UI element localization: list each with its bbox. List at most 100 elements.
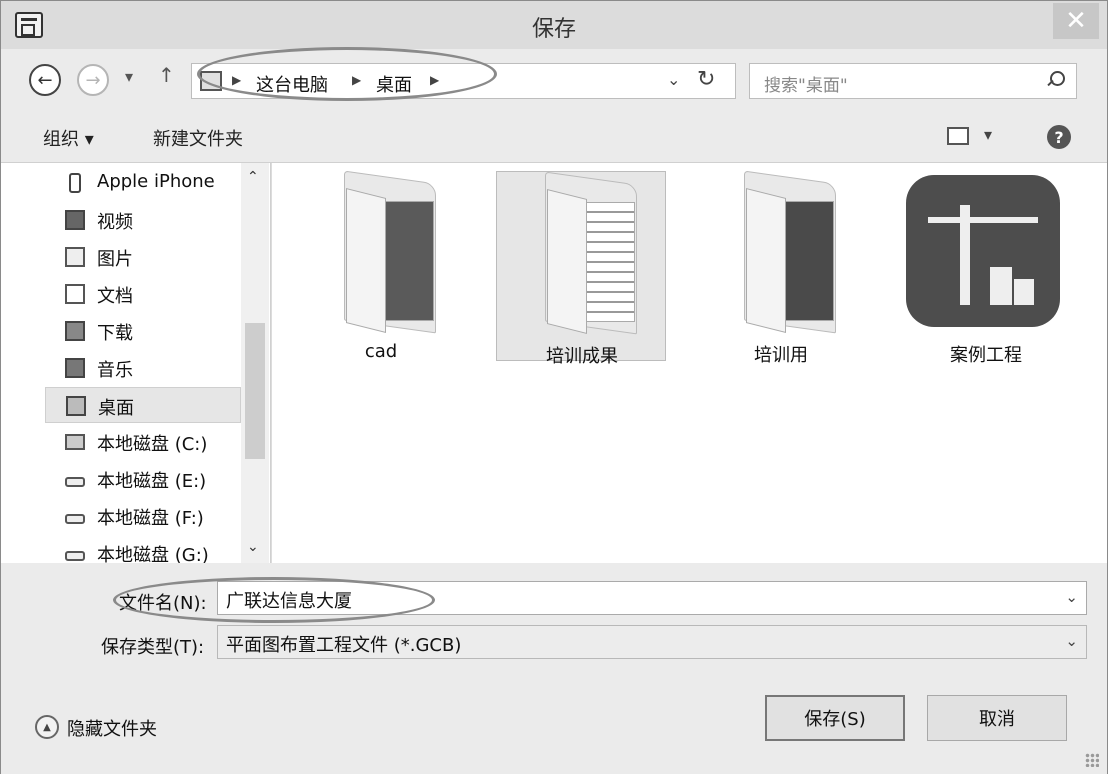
crane-mast (960, 205, 970, 305)
folder-flap (746, 188, 786, 333)
search-icon[interactable] (1044, 69, 1065, 91)
nav-item-label: Apple iPhone (97, 171, 215, 192)
nav-item-desktop[interactable]: 桌面 (45, 387, 241, 423)
nav-item-pictures[interactable]: 图片 (45, 239, 241, 275)
computer-icon (200, 71, 222, 91)
drive-icon (65, 514, 85, 524)
file-label: 培训用 (754, 345, 808, 366)
breadcrumb-this-pc[interactable]: 这台电脑 (256, 71, 328, 97)
breadcrumb-desktop[interactable]: 桌面 (376, 71, 412, 97)
filetype-label: 保存类型(T): (101, 637, 205, 658)
filename-field[interactable]: 广联达信息大厦 ⌄ (217, 581, 1087, 615)
save-form: 文件名(N): 广联达信息大厦 ⌄ 保存类型(T): 平面图布置工程文件 (*.… (1, 563, 1107, 774)
nav-item-apple-iphone[interactable]: Apple iPhone (45, 165, 241, 201)
arrow-right-icon: → (85, 69, 101, 91)
nav-item-label: 本地磁盘 (G:) (97, 545, 209, 563)
music-icon (65, 358, 85, 378)
nav-item-label: 音乐 (97, 360, 133, 381)
nav-item-drive-c[interactable]: 本地磁盘 (C:) (45, 424, 241, 460)
drive-icon (65, 551, 85, 561)
file-list: cad 培训成果 培训用 案例工程 (272, 163, 1107, 563)
filename-input[interactable]: 广联达信息大厦 (226, 587, 352, 613)
file-label: 培训成果 (546, 346, 618, 367)
breadcrumb-separator-icon: ▶ (352, 73, 362, 87)
drive-icon (65, 477, 85, 487)
cancel-button[interactable]: 取消 (927, 695, 1067, 741)
nav-item-drive-g[interactable]: 本地磁盘 (G:) (45, 535, 241, 563)
file-label: cad (364, 341, 398, 362)
folder-flap (547, 189, 587, 334)
nav-item-label: 视频 (97, 212, 133, 233)
filename-label: 文件名(N): (119, 593, 207, 614)
nav-item-label: 本地磁盘 (F:) (97, 508, 204, 529)
folder-flap (346, 188, 386, 333)
scrollbar-thumb[interactable] (245, 323, 265, 459)
nav-item-label: 下载 (97, 323, 133, 344)
chevron-up-icon[interactable]: ⌃ (247, 169, 259, 185)
video-icon (65, 210, 85, 230)
system-drive-icon (65, 434, 85, 450)
save-dialog: 保存 ✕ ← → ▾ ↑ ▶ 这台电脑 ▶ 桌面 ▶ ⌄ ↻ 搜索"桌面" 组织… (0, 0, 1108, 774)
save-button[interactable]: 保存(S) (765, 695, 905, 741)
filetype-select[interactable]: 平面图布置工程文件 (*.GCB) ⌄ (217, 625, 1087, 659)
recent-locations-button[interactable]: ▾ (125, 67, 133, 86)
organize-menu[interactable]: 组织 ▾ (43, 125, 94, 151)
view-options-icon[interactable] (947, 127, 969, 145)
address-bar[interactable]: ▶ 这台电脑 ▶ 桌面 ▶ ⌄ ↻ (191, 63, 736, 99)
breadcrumb-separator-icon: ▶ (232, 73, 242, 87)
search-input[interactable]: 搜索"桌面" (764, 71, 848, 96)
building-shape (990, 267, 1012, 305)
nav-item-videos[interactable]: 视频 (45, 202, 241, 238)
chevron-down-icon[interactable]: ⌄ (247, 539, 259, 555)
chevron-down-icon: ▾ (125, 67, 134, 86)
close-button[interactable]: ✕ (1053, 3, 1099, 39)
chevron-down-icon[interactable]: ⌄ (1065, 632, 1078, 650)
nav-item-music[interactable]: 音乐 (45, 350, 241, 386)
arrow-left-icon: ← (37, 69, 53, 91)
breadcrumb-separator-icon: ▶ (430, 73, 440, 87)
window-title: 保存 (531, 17, 576, 42)
nav-item-documents[interactable]: 文档 (45, 276, 241, 312)
folder-cad[interactable]: cad (296, 170, 466, 362)
desktop-icon (66, 396, 86, 416)
help-icon[interactable]: ? (1047, 125, 1071, 149)
arrow-up-icon: ↑ (158, 63, 175, 87)
nav-item-label: 本地磁盘 (C:) (97, 434, 208, 455)
chevron-up-icon: ▲ (35, 715, 59, 739)
back-button[interactable]: ← (29, 64, 61, 96)
close-icon: ✕ (1065, 6, 1087, 36)
title-bar: 保存 ✕ (1, 1, 1107, 49)
navigation-pane: Apple iPhone 视频 图片 文档 下载 音乐 桌面 本地磁盘 (C:)… (1, 163, 271, 563)
phone-icon (69, 173, 81, 193)
refresh-icon[interactable]: ↻ (697, 67, 715, 92)
filetype-value: 平面图布置工程文件 (*.GCB) (226, 635, 462, 656)
nav-item-label: 文档 (97, 286, 133, 307)
up-button[interactable]: ↑ (158, 63, 175, 87)
document-icon (65, 284, 85, 304)
address-history-dropdown[interactable]: ⌄ (667, 70, 680, 89)
folder-training-results[interactable]: 培训成果 (496, 171, 666, 367)
nav-item-label: 图片 (97, 249, 133, 270)
nav-item-downloads[interactable]: 下载 (45, 313, 241, 349)
chevron-down-icon[interactable]: ⌄ (1065, 588, 1078, 606)
nav-item-label: 桌面 (98, 398, 134, 419)
nav-item-drive-f[interactable]: 本地磁盘 (F:) (45, 498, 241, 534)
file-label: 案例工程 (950, 345, 1022, 366)
view-options-dropdown[interactable]: ▾ (984, 125, 992, 144)
resize-grip-icon[interactable] (1085, 753, 1099, 767)
forward-button[interactable]: → (77, 64, 109, 96)
nav-scrollbar[interactable]: ⌃ ⌄ (241, 163, 269, 563)
address-row: ← → ▾ ↑ ▶ 这台电脑 ▶ 桌面 ▶ ⌄ ↻ 搜索"桌面" (1, 49, 1107, 111)
app-icon (906, 175, 1060, 327)
command-toolbar: 组织 ▾ 新建文件夹 ▾ ? (1, 111, 1107, 163)
folder-training-use[interactable]: 培训用 (696, 170, 866, 366)
file-case-project[interactable]: 案例工程 (886, 171, 1086, 366)
download-icon (65, 321, 85, 341)
search-box[interactable]: 搜索"桌面" (749, 63, 1077, 99)
crane-icon (928, 217, 1038, 223)
nav-item-drive-e[interactable]: 本地磁盘 (E:) (45, 461, 241, 497)
picture-icon (65, 247, 85, 267)
nav-item-label: 本地磁盘 (E:) (97, 471, 207, 492)
hide-folders-label: 隐藏文件夹 (67, 719, 157, 740)
new-folder-button[interactable]: 新建文件夹 (153, 125, 243, 151)
